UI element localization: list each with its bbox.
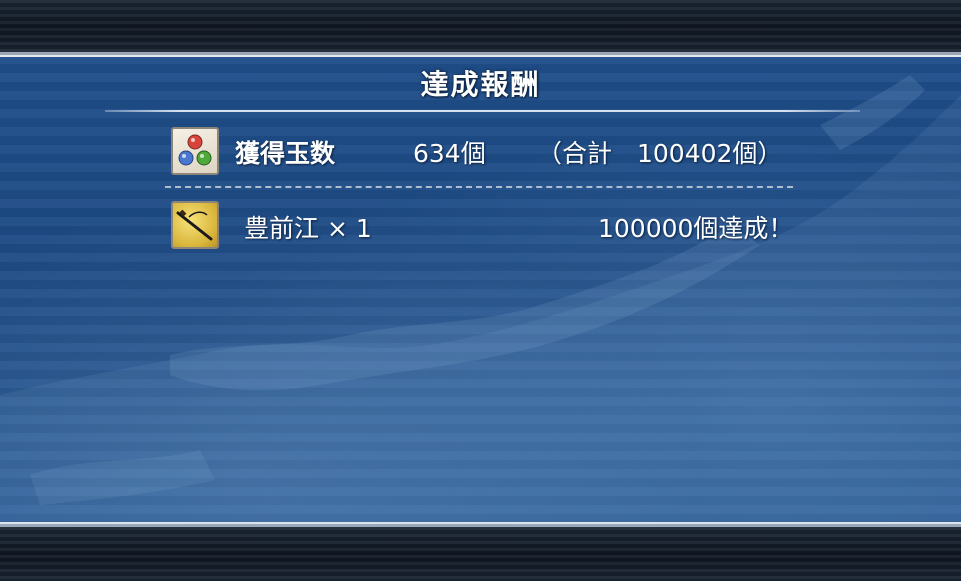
orbs-total-prefix: （合計: [537, 139, 613, 168]
japan-map-background: [0, 75, 961, 530]
reward-achievement-status: 100000個達成！: [598, 214, 794, 243]
panel-title: 達成報酬: [420, 68, 541, 101]
tri-orb-icon: [171, 127, 219, 175]
top-background-band: [0, 0, 961, 52]
sword-icon: [171, 201, 219, 249]
bottom-background-band: [0, 527, 961, 581]
reward-item-name: 豊前江 × 1: [244, 214, 372, 243]
orbs-count: 634個: [413, 139, 486, 168]
orbs-label: 獲得玉数: [235, 139, 336, 168]
reward-panel: [0, 52, 961, 530]
row-divider: [165, 186, 793, 188]
title-divider: [105, 110, 860, 112]
orbs-total-value: 100402個）: [637, 139, 783, 168]
